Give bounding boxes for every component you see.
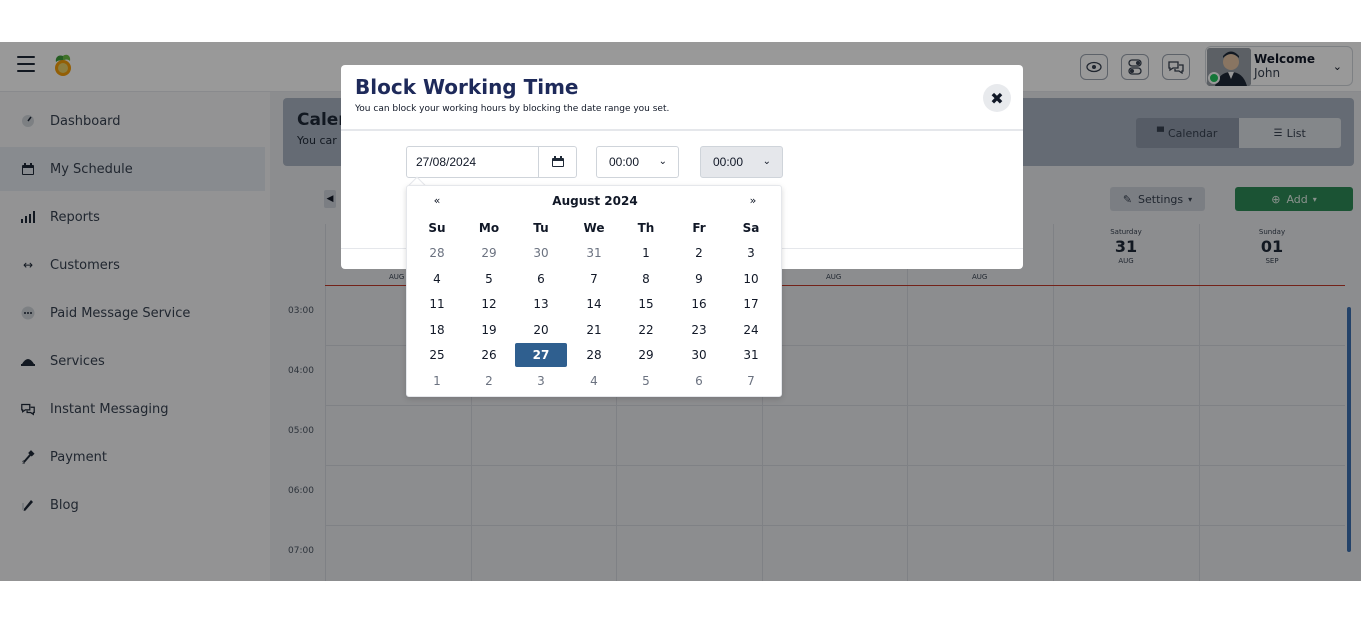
- day-cell[interactable]: 5: [620, 369, 672, 393]
- day-cell[interactable]: 29: [620, 343, 672, 367]
- day-cell[interactable]: 3: [515, 369, 567, 393]
- day-cell[interactable]: 3: [725, 241, 777, 265]
- day-cell[interactable]: 13: [515, 292, 567, 316]
- end-time-value: 00:00: [713, 155, 744, 169]
- day-cell[interactable]: 17: [725, 292, 777, 316]
- chevron-down-icon: ⌄: [658, 156, 667, 167]
- date-field[interactable]: 27/08/2024: [406, 146, 577, 178]
- prev-month-button[interactable]: «: [411, 194, 463, 207]
- weekday-header: Tu: [533, 221, 549, 235]
- weekday-header: Sa: [742, 221, 760, 235]
- datepicker: « August 2024 » Su Mo Tu We Th Fr Sa 28 29 30 31 1 2…: [406, 185, 782, 397]
- datepicker-header: « August 2024 »: [407, 194, 783, 212]
- day-cell[interactable]: 2: [463, 369, 515, 393]
- month-label[interactable]: August 2024: [511, 194, 679, 208]
- start-time-select[interactable]: 00:00 ⌄: [596, 146, 679, 178]
- day-cell[interactable]: 23: [673, 318, 725, 342]
- day-cell[interactable]: 2: [673, 241, 725, 265]
- day-cell[interactable]: 24: [725, 318, 777, 342]
- close-icon[interactable]: ✖: [983, 84, 1011, 112]
- day-cell[interactable]: 29: [463, 241, 515, 265]
- day-cell[interactable]: 28: [568, 343, 620, 367]
- modal-subtitle: You can block your working hours by bloc…: [355, 104, 670, 114]
- day-cell[interactable]: 4: [411, 267, 463, 291]
- day-cell[interactable]: 15: [620, 292, 672, 316]
- day-cell[interactable]: 6: [673, 369, 725, 393]
- start-time-value: 00:00: [609, 155, 640, 169]
- weekday-header: We: [583, 221, 605, 235]
- day-cell[interactable]: 14: [568, 292, 620, 316]
- modal-title: Block Working Time: [355, 75, 579, 99]
- day-cell[interactable]: 1: [411, 369, 463, 393]
- day-cell[interactable]: 9: [673, 267, 725, 291]
- day-cell-selected[interactable]: 27: [515, 343, 567, 367]
- calendar-icon[interactable]: [538, 147, 576, 177]
- chevron-down-icon: ⌄: [762, 156, 771, 167]
- day-cell[interactable]: 20: [515, 318, 567, 342]
- weekday-header: Mo: [478, 221, 500, 235]
- day-cell[interactable]: 30: [673, 343, 725, 367]
- day-cell[interactable]: 1: [620, 241, 672, 265]
- app-window: Welcome John ⌄ Dashboard My Schedule Rep…: [0, 42, 1361, 581]
- day-cell[interactable]: 5: [463, 267, 515, 291]
- day-cell[interactable]: 12: [463, 292, 515, 316]
- divider: [341, 129, 1023, 131]
- day-cell[interactable]: 6: [515, 267, 567, 291]
- day-cell[interactable]: 18: [411, 318, 463, 342]
- day-cell[interactable]: 28: [411, 241, 463, 265]
- day-cell[interactable]: 31: [725, 343, 777, 367]
- weekday-header: Th: [637, 221, 655, 235]
- day-cell[interactable]: 7: [725, 369, 777, 393]
- date-value: 27/08/2024: [416, 155, 477, 169]
- day-cell[interactable]: 4: [568, 369, 620, 393]
- day-cell[interactable]: 19: [463, 318, 515, 342]
- day-cell[interactable]: 22: [620, 318, 672, 342]
- day-cell[interactable]: 7: [568, 267, 620, 291]
- day-cell[interactable]: 31: [568, 241, 620, 265]
- day-cell[interactable]: 8: [620, 267, 672, 291]
- day-cell[interactable]: 26: [463, 343, 515, 367]
- day-cell[interactable]: 16: [673, 292, 725, 316]
- end-time-select[interactable]: 00:00 ⌄: [700, 146, 783, 178]
- day-cell[interactable]: 10: [725, 267, 777, 291]
- weekday-header: Fr: [692, 221, 706, 235]
- day-cell[interactable]: 11: [411, 292, 463, 316]
- day-cell[interactable]: 30: [515, 241, 567, 265]
- next-month-button[interactable]: »: [727, 194, 779, 207]
- day-cell[interactable]: 21: [568, 318, 620, 342]
- day-cell[interactable]: 25: [411, 343, 463, 367]
- weekday-header: Su: [428, 221, 446, 235]
